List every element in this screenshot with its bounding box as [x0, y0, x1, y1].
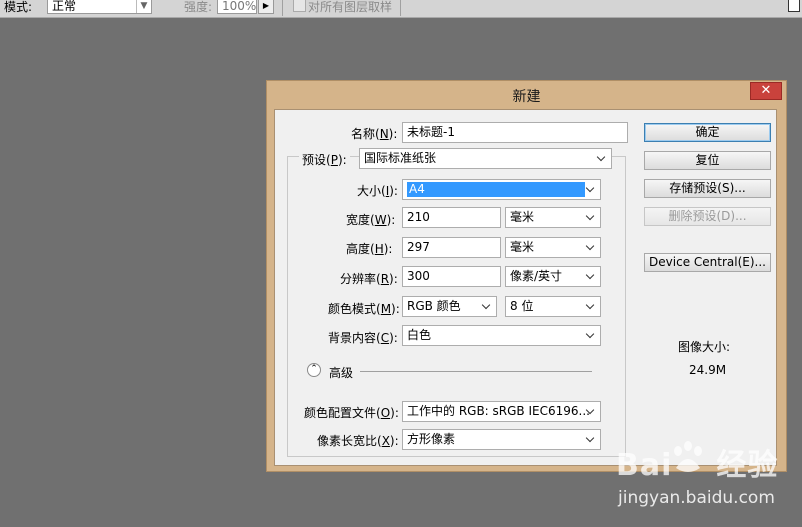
- chevron-down-icon: ▼: [136, 0, 151, 13]
- reset-button[interactable]: 复位: [644, 151, 771, 170]
- strength-slider-toggle[interactable]: ▶: [258, 0, 274, 14]
- dialog-title: 新建: [512, 89, 541, 105]
- mode-select[interactable]: 正常 ▼: [47, 0, 152, 14]
- device-central-button[interactable]: Device Central(E)...: [644, 253, 771, 272]
- mode-label: 模式:: [4, 0, 33, 14]
- dialog-titlebar[interactable]: 新建 ✕: [267, 81, 786, 108]
- color-mode-label: 颜色模式(M):: [328, 302, 400, 316]
- sample-all-layers-label: 对所有图层取样: [308, 0, 393, 14]
- name-input[interactable]: 未标题-1: [402, 122, 628, 143]
- close-button[interactable]: ✕: [750, 82, 782, 100]
- strength-input[interactable]: 100%: [217, 0, 257, 14]
- mode-value: 正常: [52, 0, 77, 13]
- preset-label: 预设(P):: [299, 151, 350, 168]
- name-label: 名称(N):: [351, 127, 398, 141]
- color-profile-label: 颜色配置文件(O):: [304, 406, 399, 420]
- chevron-down-icon: [585, 297, 597, 316]
- panel-icon[interactable]: [788, 0, 800, 12]
- width-label: 宽度(W):: [346, 213, 396, 227]
- divider: [400, 0, 401, 16]
- height-label: 高度(H):: [346, 242, 393, 256]
- chevron-down-icon: [585, 208, 597, 227]
- new-document-dialog: 新建 ✕ 名称(N): 未标题-1 预设(P): 国际标准纸张 大小(I): A…: [266, 80, 787, 472]
- chevron-down-icon: [585, 238, 597, 257]
- chevron-down-icon: [585, 326, 597, 345]
- options-bar: 模式: 正常 ▼ 强度: 100% ▶ 对所有图层取样: [0, 0, 802, 18]
- delete-preset-button: 删除预设(D)...: [644, 207, 771, 226]
- chevron-down-icon: [585, 267, 597, 286]
- chevron-down-icon: [596, 149, 608, 168]
- bit-depth-select[interactable]: 8 位: [505, 296, 601, 317]
- chevron-down-icon: [481, 297, 493, 316]
- pixel-aspect-select[interactable]: 方形像素: [402, 429, 601, 450]
- sample-all-layers-checkbox[interactable]: [293, 0, 306, 12]
- height-unit-select[interactable]: 毫米: [505, 237, 601, 258]
- height-input[interactable]: 297: [402, 237, 501, 258]
- save-preset-button[interactable]: 存储预设(S)...: [644, 179, 771, 198]
- color-mode-select[interactable]: RGB 颜色: [402, 296, 497, 317]
- paw-icon: [674, 441, 702, 472]
- resolution-input[interactable]: 300: [402, 266, 501, 287]
- preset-select[interactable]: 国际标准纸张: [359, 148, 612, 169]
- background-select[interactable]: 白色: [402, 325, 601, 346]
- chevron-up-icon[interactable]: ⌃: [307, 363, 321, 377]
- resolution-label: 分辨率(R):: [340, 272, 398, 286]
- size-label: 大小(I):: [357, 184, 398, 198]
- background-label: 背景内容(C):: [328, 331, 398, 345]
- advanced-label[interactable]: 高级: [329, 364, 353, 381]
- divider: [282, 0, 283, 16]
- width-unit-select[interactable]: 毫米: [505, 207, 601, 228]
- watermark-url: jingyan.baidu.com: [618, 488, 775, 508]
- resolution-unit-select[interactable]: 像素/英寸: [505, 266, 601, 287]
- width-input[interactable]: 210: [402, 207, 501, 228]
- chevron-down-icon: [585, 180, 597, 199]
- chevron-down-icon: [585, 430, 597, 449]
- color-profile-select[interactable]: 工作中的 RGB: sRGB IEC6196...: [402, 401, 601, 422]
- ok-button[interactable]: 确定: [644, 123, 771, 142]
- strength-label: 强度:: [184, 0, 213, 14]
- chevron-down-icon: [585, 402, 597, 421]
- strength-value: 100%: [222, 0, 257, 13]
- pixel-aspect-label: 像素长宽比(X):: [317, 434, 399, 448]
- image-size-label: 图像大小:: [678, 340, 731, 354]
- advanced-divider: [360, 371, 592, 372]
- size-select[interactable]: A4: [402, 179, 601, 200]
- close-icon: ✕: [760, 83, 772, 98]
- dialog-body: 名称(N): 未标题-1 预设(P): 国际标准纸张 大小(I): A4 宽度(…: [274, 109, 777, 466]
- image-size-value: 24.9M: [689, 363, 727, 377]
